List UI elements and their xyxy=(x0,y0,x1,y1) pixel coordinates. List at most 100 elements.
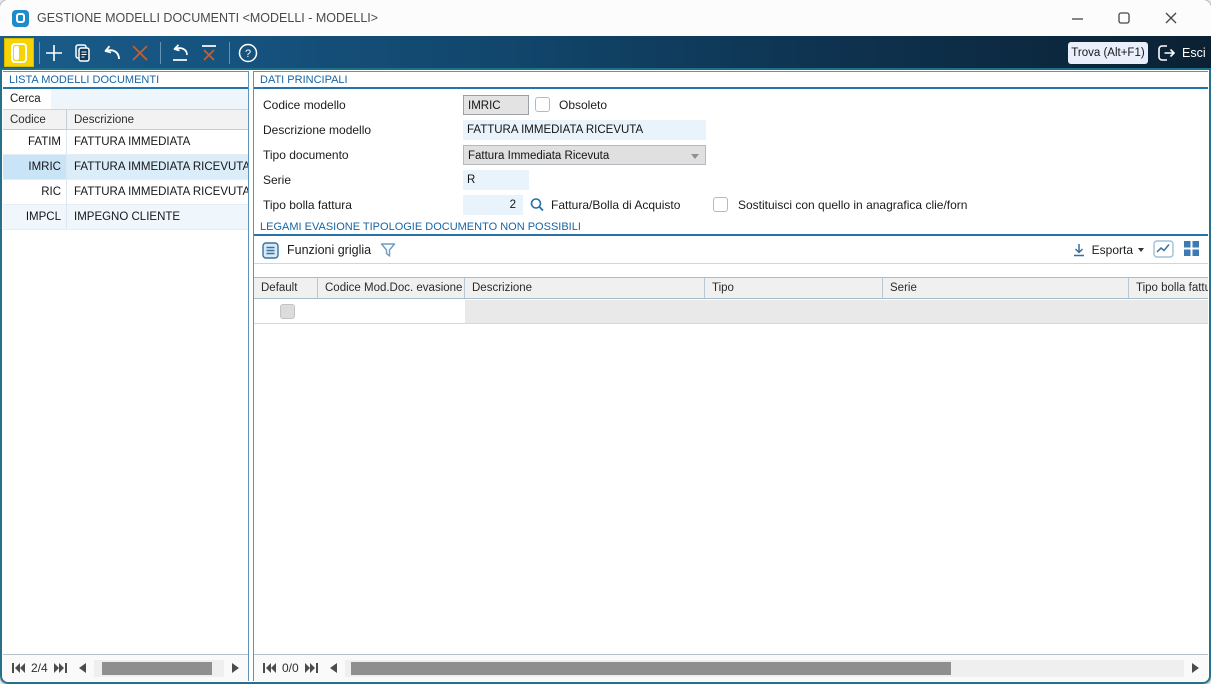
descrizione-modello-label: Descrizione modello xyxy=(263,123,372,137)
list-row[interactable]: IMRIC FATTURA IMMEDIATA RICEVUTA xyxy=(3,155,248,180)
column-codice[interactable]: Codice xyxy=(3,110,67,129)
close-button[interactable] xyxy=(1155,3,1187,33)
list-column-header: Codice Descrizione xyxy=(3,110,248,130)
toolbar-separator xyxy=(229,42,230,64)
filter-button[interactable] xyxy=(379,241,397,259)
delete-all-button[interactable] xyxy=(195,39,223,67)
esci-label: Esci xyxy=(1182,46,1206,60)
trova-button[interactable]: Trova (Alt+F1) xyxy=(1068,42,1148,64)
filter-funnel-icon xyxy=(380,243,396,257)
grid-pager: 0/0 xyxy=(254,654,1208,681)
scroll-left-button[interactable] xyxy=(325,660,343,676)
row-descrizione: FATTURA IMMEDIATA RICEVUTA xyxy=(67,155,248,179)
horizontal-scrollbar[interactable] xyxy=(344,659,1184,677)
esci-button[interactable]: Esci xyxy=(1155,41,1206,65)
grid-functions-icon xyxy=(262,241,279,259)
tipo-documento-label: Tipo documento xyxy=(263,148,349,162)
undo-button[interactable] xyxy=(97,39,125,67)
help-button[interactable]: ? xyxy=(234,39,262,67)
grid-header: Default Codice Mod.Doc. evasione Descriz… xyxy=(254,277,1208,299)
list-row[interactable]: FATIM FATTURA IMMEDIATA xyxy=(3,130,248,155)
legami-header: LEGAMI EVASIONE TIPOLOGIE DOCUMENTO NON … xyxy=(254,219,1208,236)
form-row-descrizione-modello: Descrizione modello FATTURA IMMEDIATA RI… xyxy=(254,120,1208,140)
search-input[interactable] xyxy=(50,89,248,109)
codice-modello-label: Codice modello xyxy=(263,98,346,112)
search-label: Cerca xyxy=(10,93,41,105)
row-codice: FATIM xyxy=(3,130,67,154)
magnifier-icon xyxy=(530,198,544,212)
active-module-button[interactable] xyxy=(4,38,34,67)
last-record-button[interactable] xyxy=(303,660,321,676)
grid-col-default[interactable]: Default xyxy=(254,278,318,298)
tipo-bolla-lookup-button[interactable] xyxy=(529,197,545,218)
cross-icon xyxy=(132,45,148,61)
module-document-icon xyxy=(11,42,27,63)
grid-row[interactable] xyxy=(254,300,1208,324)
chart-view-button[interactable] xyxy=(1153,239,1174,261)
form-row-tipo-bolla: Tipo bolla fattura 2 Fattura/Bolla di Ac… xyxy=(254,195,1208,215)
plus-icon xyxy=(46,45,62,61)
obsoleto-checkbox[interactable] xyxy=(535,97,550,112)
svg-text:?: ? xyxy=(245,48,251,60)
tipo-documento-dropdown[interactable]: Fattura Immediata Ricevuta xyxy=(463,145,706,165)
scroll-left-button[interactable] xyxy=(74,660,92,676)
copy-button[interactable] xyxy=(68,39,96,67)
dati-principali-header: DATI PRINCIPALI xyxy=(254,72,1208,89)
obsoleto-label: Obsoleto xyxy=(559,98,608,112)
cross-overline-icon xyxy=(202,45,216,61)
column-descrizione[interactable]: Descrizione xyxy=(67,110,248,129)
grid-col-serie[interactable]: Serie xyxy=(883,278,1129,298)
grid-view-button[interactable] xyxy=(1183,240,1200,260)
chevron-down-icon xyxy=(1138,248,1144,252)
minimize-button[interactable] xyxy=(1061,3,1093,33)
codice-modello-field[interactable]: IMRIC xyxy=(463,95,529,115)
chevron-down-icon xyxy=(691,154,699,159)
esporta-button[interactable]: Esporta xyxy=(1071,242,1144,258)
first-record-button[interactable] xyxy=(260,660,278,676)
tipo-documento-value: Fattura Immediata Ricevuta xyxy=(468,150,610,162)
search-row: Cerca xyxy=(3,89,248,110)
grid-col-tipo-bolla[interactable]: Tipo bolla fattura xyxy=(1129,278,1208,298)
main-toolbar: ? Trova (Alt+F1) Esci xyxy=(0,36,1211,70)
grid-squares-icon xyxy=(1184,241,1199,256)
lista-modelli-header: LISTA MODELLI DOCUMENTI xyxy=(3,72,248,89)
row-codice: IMPCL xyxy=(3,205,67,229)
serie-field[interactable]: R xyxy=(463,170,529,190)
grid-row-disabled-cells xyxy=(465,300,1208,323)
last-record-button[interactable] xyxy=(52,660,70,676)
app-window: GESTIONE MODELLI DOCUMENTI <MODELLI - MO… xyxy=(0,0,1211,684)
new-button[interactable] xyxy=(40,39,68,67)
tipo-bolla-field[interactable]: 2 xyxy=(463,195,523,215)
record-position: 2/4 xyxy=(31,661,48,675)
title-bar: GESTIONE MODELLI DOCUMENTI <MODELLI - MO… xyxy=(0,0,1211,36)
list-row[interactable]: RIC FATTURA IMMEDIATA RICEVUTA xyxy=(3,180,248,205)
grid-toolbar: Funzioni griglia Esporta xyxy=(254,236,1208,264)
scrollbar-thumb[interactable] xyxy=(101,661,212,675)
scrollbar-thumb[interactable] xyxy=(350,661,951,675)
model-list: FATIM FATTURA IMMEDIATA IMRIC FATTURA IM… xyxy=(3,130,248,230)
row-descrizione: FATTURA IMMEDIATA RICEVUTA xyxy=(74,186,248,198)
default-checkbox[interactable] xyxy=(280,304,295,319)
sostituisci-checkbox[interactable] xyxy=(713,197,728,212)
main-panel: DATI PRINCIPALI Codice modello IMRIC Obs… xyxy=(253,71,1208,681)
list-row[interactable]: IMPCL IMPEGNO CLIENTE xyxy=(3,205,248,230)
grid-col-tipo[interactable]: Tipo xyxy=(705,278,883,298)
first-record-button[interactable] xyxy=(9,660,27,676)
row-descrizione: IMPEGNO CLIENTE xyxy=(74,211,181,223)
help-icon: ? xyxy=(238,43,258,63)
download-icon xyxy=(1073,244,1084,257)
funzioni-griglia-button[interactable]: Funzioni griglia xyxy=(262,241,372,259)
grid-col-descrizione[interactable]: Descrizione xyxy=(465,278,705,298)
delete-button[interactable] xyxy=(126,39,154,67)
scroll-right-button[interactable] xyxy=(226,660,244,676)
maximize-button[interactable] xyxy=(1108,3,1140,33)
grid-col-codice[interactable]: Codice Mod.Doc. evasione xyxy=(318,278,465,298)
exit-icon xyxy=(1158,45,1176,61)
row-codice: IMRIC xyxy=(3,155,67,179)
undo-all-button[interactable] xyxy=(166,39,194,67)
scroll-right-button[interactable] xyxy=(1186,660,1204,676)
descrizione-modello-field[interactable]: FATTURA IMMEDIATA RICEVUTA xyxy=(463,120,706,140)
horizontal-scrollbar[interactable] xyxy=(93,659,224,677)
funzioni-griglia-label: Funzioni griglia xyxy=(287,243,372,257)
row-descrizione: FATTURA IMMEDIATA xyxy=(74,136,191,148)
